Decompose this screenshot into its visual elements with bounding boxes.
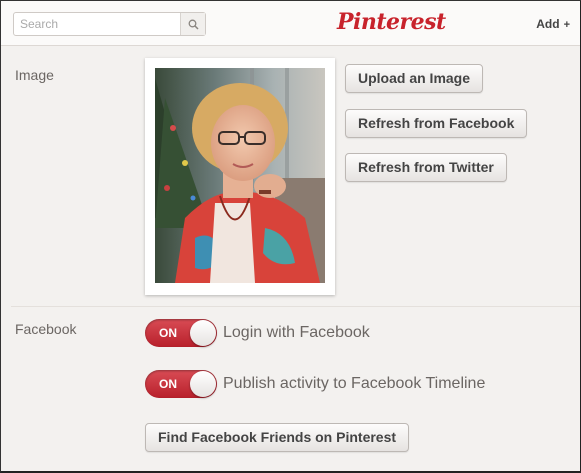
publish-activity-toggle[interactable]: ON: [145, 370, 217, 398]
publish-activity-label: Publish activity to Facebook Timeline: [223, 375, 486, 392]
add-label: Add: [536, 17, 560, 31]
toggle-knob: [190, 371, 216, 397]
pinterest-logo[interactable]: Pinterest: [337, 9, 446, 35]
refresh-from-facebook-button[interactable]: Refresh from Facebook: [345, 109, 528, 138]
plus-icon: +: [563, 19, 570, 31]
login-with-facebook-label: Login with Facebook: [223, 324, 370, 341]
profile-photo: [155, 68, 325, 283]
section-divider: [11, 306, 580, 307]
login-with-facebook-toggle[interactable]: ON: [145, 319, 217, 347]
refresh-from-twitter-button[interactable]: Refresh from Twitter: [345, 153, 507, 182]
image-section-label: Image: [15, 67, 54, 83]
toggle-knob: [190, 320, 216, 346]
settings-window: Pinterest Add+ Image: [0, 0, 581, 473]
toggle-state-label: ON: [159, 377, 177, 391]
search-box: [13, 12, 206, 36]
search-input[interactable]: [14, 13, 182, 35]
search-button[interactable]: [180, 13, 205, 35]
facebook-section-label: Facebook: [15, 321, 77, 337]
upload-image-button[interactable]: Upload an Image: [345, 64, 484, 93]
find-facebook-friends-button[interactable]: Find Facebook Friends on Pinterest: [145, 423, 410, 452]
search-icon: [188, 19, 199, 30]
top-header: Pinterest Add+: [1, 1, 580, 46]
toggle-state-label: ON: [159, 326, 177, 340]
profile-image-frame: [145, 58, 335, 295]
add-button[interactable]: Add +: [536, 17, 570, 31]
